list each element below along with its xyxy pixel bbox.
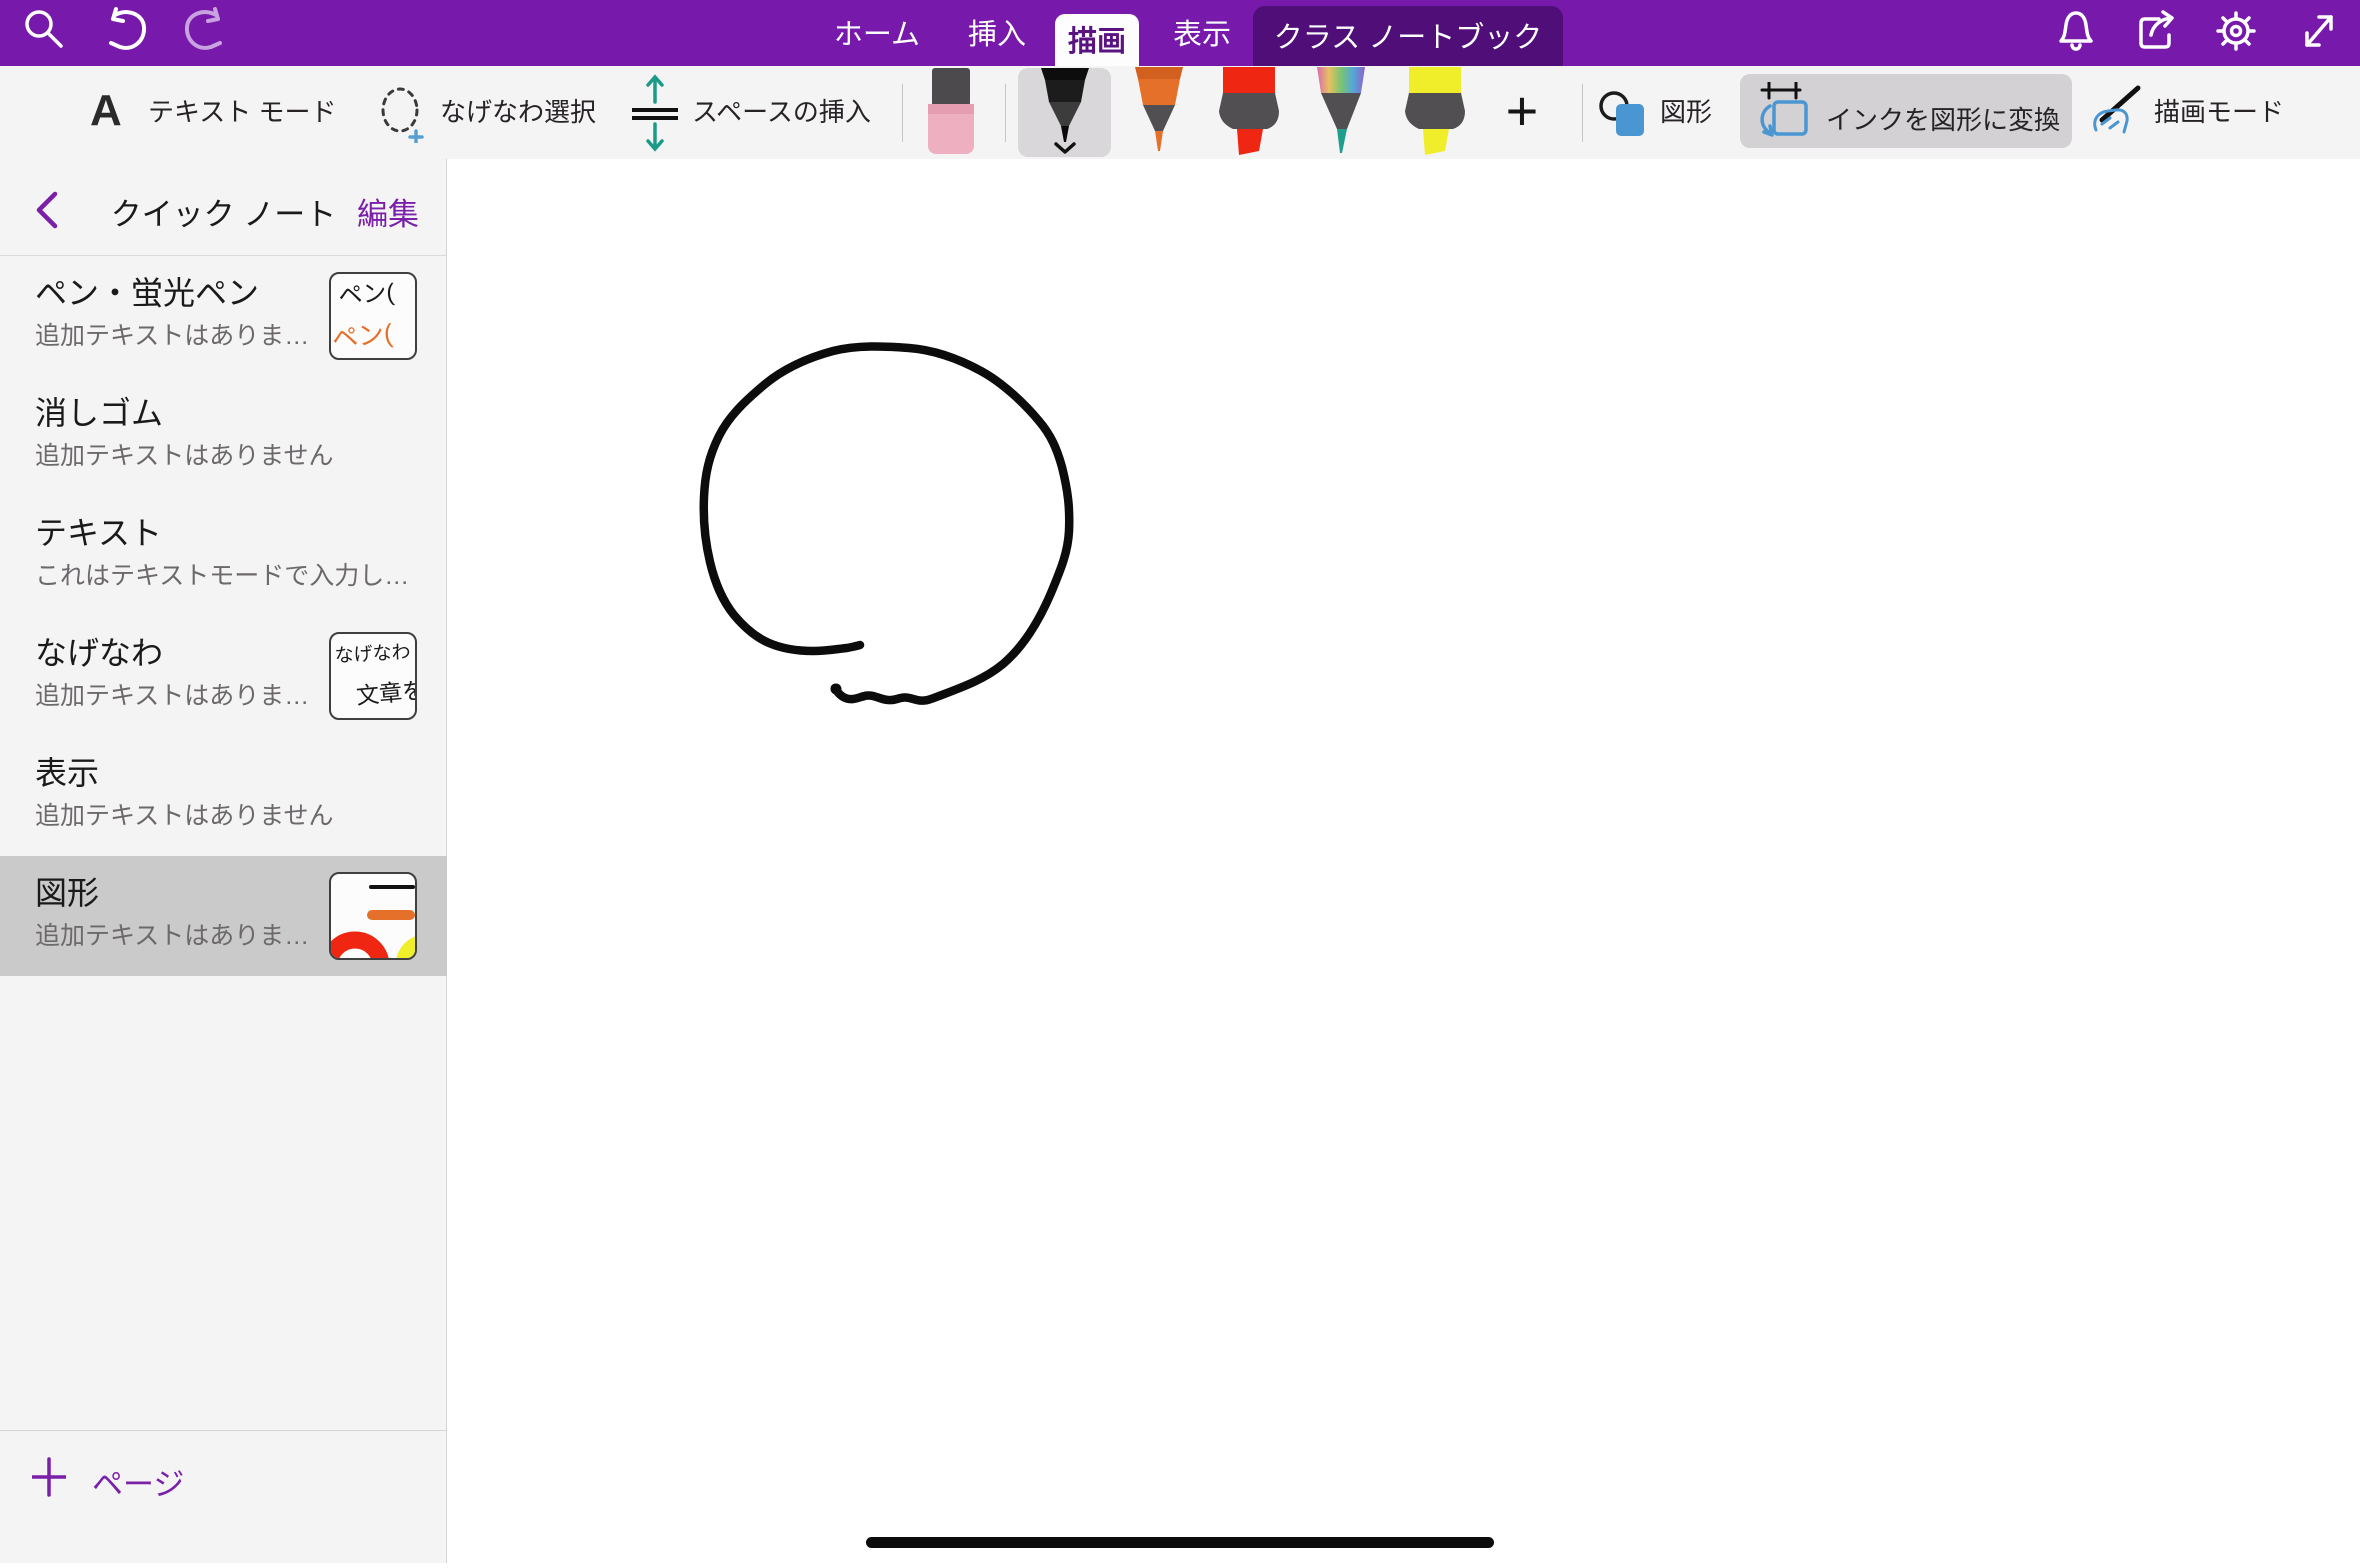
notifications-bell-icon[interactable] [2055, 7, 2097, 55]
page-title: 消しゴム [35, 388, 163, 434]
convert-ink-to-shape-label: インクを図形に変換 [1826, 74, 2060, 167]
insert-space-label: スペースの挿入 [692, 66, 871, 159]
page-subtitle: これはテキストモードで入力し… [35, 556, 409, 592]
tab-class-notebook[interactable]: クラス ノートブック [1253, 6, 1563, 66]
draw-mode-button[interactable]: 描画モード [2088, 66, 2298, 159]
shapes-button[interactable]: 図形 [1598, 66, 1718, 159]
svg-text:文章を: 文章を [355, 677, 415, 709]
add-page-label: ページ [92, 1459, 184, 1504]
shapes-label: 図形 [1660, 66, 1712, 159]
black-pen-tool-selected[interactable] [1018, 68, 1111, 157]
lasso-select-label: なげなわ選択 [440, 66, 596, 159]
orange-pen-tool[interactable] [1127, 67, 1191, 157]
page-subtitle: 追加テキストはありません [35, 436, 334, 472]
draw-mode-hand-pen-icon [2088, 84, 2146, 142]
ink-to-shape-icon [1756, 82, 1814, 140]
expand-fullscreen-icon[interactable] [2297, 7, 2341, 55]
tab-view[interactable]: 表示 [1160, 0, 1244, 66]
rainbow-pen-tool[interactable] [1310, 67, 1372, 157]
pen-options-chevron-down-icon[interactable] [1054, 142, 1076, 154]
page-row-lasso[interactable]: なげなわ 追加テキストはありま… なげなわ 文章を [0, 616, 447, 736]
convert-ink-to-shape-button[interactable]: インクを図形に変換 [1740, 74, 2072, 148]
svg-text:なげなわ: なげなわ [334, 641, 411, 667]
lasso-select-button[interactable]: なげなわ選択 [378, 66, 593, 159]
page-thumbnail [329, 872, 417, 960]
page-title: ペン・蛍光ペン [35, 268, 259, 314]
page-list-sidebar: クイック ノート 編集 ペン・蛍光ペン 追加テキストはありま… ペン( ペン( … [0, 159, 447, 1563]
text-mode-icon: A [90, 86, 122, 136]
page-subtitle: 追加テキストはありません [35, 796, 334, 832]
page-row-view[interactable]: 表示 追加テキストはありません [0, 736, 447, 856]
redo-icon [182, 7, 228, 57]
red-highlighter-tool[interactable] [1215, 67, 1283, 157]
page-row-pen-highlighter[interactable]: ペン・蛍光ペン 追加テキストはありま… ペン( ペン( [0, 256, 447, 376]
page-thumbnail: ペン( ペン( [329, 272, 417, 360]
tab-insert[interactable]: 挿入 [955, 0, 1039, 66]
insert-space-button[interactable]: スペースの挿入 [630, 66, 868, 159]
page-row-text[interactable]: テキスト これはテキストモードで入力し… [0, 496, 447, 616]
plus-icon [32, 1457, 66, 1497]
page-title: なげなわ [35, 628, 163, 674]
undo-icon[interactable] [103, 7, 149, 57]
page-title: 表示 [35, 748, 99, 794]
add-page-button[interactable]: ページ [0, 1430, 447, 1564]
svg-text:ペン(: ペン( [338, 279, 396, 310]
draw-ribbon-toolbar: A テキスト モード なげなわ選択 スペースの挿入 [0, 66, 2360, 160]
search-icon[interactable] [22, 7, 66, 55]
sidebar-header: クイック ノート 編集 [0, 159, 447, 256]
top-app-bar: ホーム 挿入 描画 表示 クラス ノートブック [0, 0, 2360, 66]
lasso-icon [378, 87, 428, 143]
text-mode-label: テキスト モード [148, 66, 336, 159]
page-title: テキスト [35, 508, 162, 554]
yellow-highlighter-tool[interactable] [1401, 67, 1469, 157]
page-thumbnail: なげなわ 文章を [329, 632, 417, 720]
page-subtitle: 追加テキストはありま… [35, 676, 309, 712]
insert-space-icon [630, 74, 680, 152]
page-row-eraser[interactable]: 消しゴム 追加テキストはありません [0, 376, 447, 496]
text-mode-button[interactable]: A テキスト モード [90, 66, 335, 159]
share-icon[interactable] [2133, 7, 2179, 55]
tab-home[interactable]: ホーム [820, 0, 934, 66]
page-row-shapes-selected[interactable]: 図形 追加テキストはありま… [0, 856, 447, 976]
edit-button[interactable]: 編集 [357, 189, 419, 234]
eraser-tool[interactable] [927, 68, 975, 156]
page-subtitle: 追加テキストはありま… [35, 316, 309, 352]
draw-mode-label: 描画モード [2154, 66, 2284, 159]
shapes-icon [1598, 88, 1650, 140]
svg-text:ペン(: ペン( [331, 318, 394, 354]
page-title: 図形 [35, 868, 99, 914]
page-subtitle: 追加テキストはありま… [35, 916, 309, 952]
note-drawing-canvas[interactable] [447, 159, 2360, 1563]
settings-gear-icon[interactable] [2214, 7, 2258, 55]
tab-draw[interactable]: 描画 [1055, 14, 1139, 66]
ink-stroke-circle [447, 159, 2360, 1563]
add-pen-button[interactable]: + [1496, 66, 1548, 159]
home-indicator[interactable] [866, 1537, 1494, 1548]
